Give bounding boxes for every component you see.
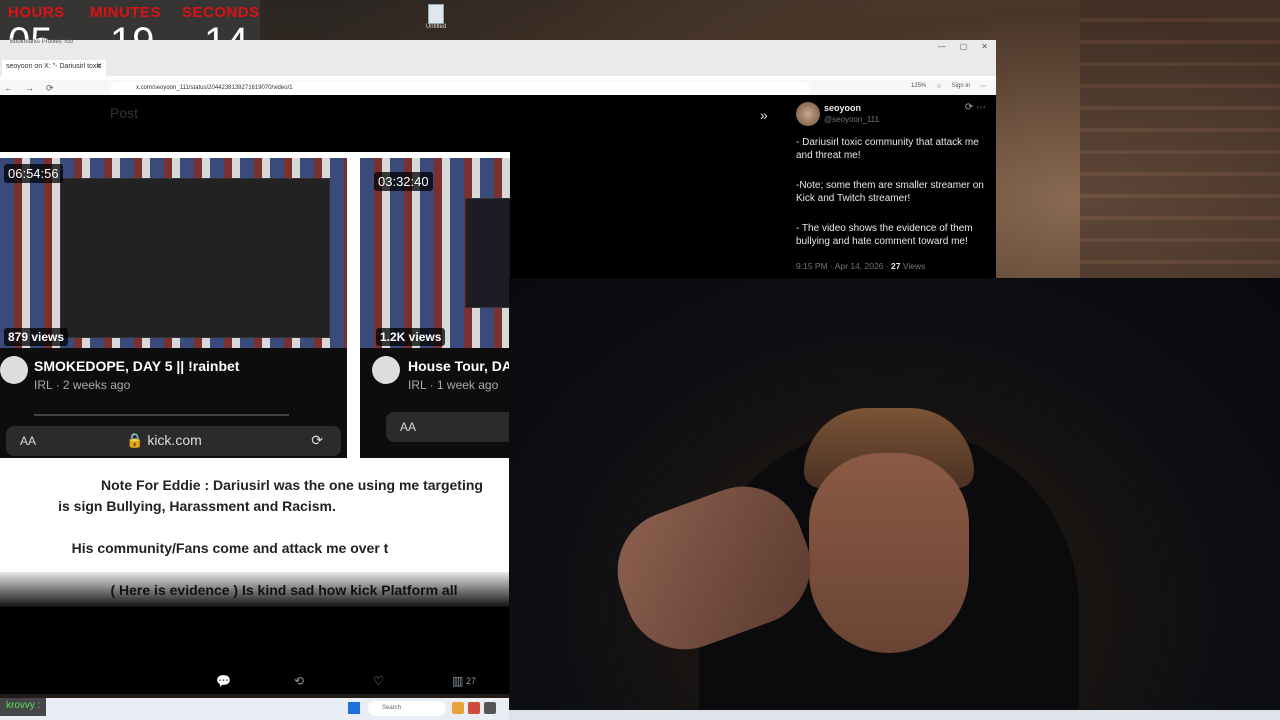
reply-icon[interactable]: 💬	[216, 674, 231, 688]
webcam-face	[809, 453, 969, 653]
webcam-feed	[509, 278, 1280, 720]
back-icon[interactable]: ←	[4, 83, 13, 94]
channel-avatar[interactable]	[372, 356, 400, 384]
video-subtitle: IRL · 2 weeks ago	[34, 378, 131, 392]
text-size-button: AA	[400, 420, 417, 434]
tab-strip: seoyoon on X: "- Dariusirl toxic ✕	[0, 58, 996, 76]
tweet-paragraph-3: - The video shows the evidence of them b…	[796, 223, 973, 247]
note-line-2: is sign Bullying, Harassment and Racism.	[58, 498, 336, 514]
note-line-4: ( Here is evidence ) Is kind sad how kic…	[110, 582, 458, 598]
signin-button[interactable]: Sign in	[952, 83, 970, 90]
zoom-level[interactable]: 125%	[911, 83, 926, 90]
file-explorer-icon[interactable]	[452, 702, 464, 714]
note-line-3: His community/Fans come and attack me ov…	[71, 540, 389, 556]
tweet-author-name[interactable]: seoyoon	[824, 103, 861, 113]
extensions-icon[interactable]: ⋯	[980, 83, 986, 90]
mobile-domain: 🔒 kick.com	[126, 432, 202, 448]
seconds-label: SECONDS	[182, 4, 260, 21]
url-input[interactable]: x.com/seoyoon_111/status/204423813927161…	[110, 82, 810, 96]
tweet-meta: 9:15 PM · Apr 14, 2026 · 27 Views	[796, 261, 925, 271]
avatar[interactable]	[796, 102, 820, 126]
mobile-url-bar: AA 🔒	[386, 412, 510, 442]
stream-overlay	[60, 178, 330, 338]
x-nav-post[interactable]: Post	[110, 105, 138, 121]
windows-start-icon[interactable]	[348, 702, 360, 714]
video-views: 1.2K views	[376, 328, 446, 346]
minutes-label: MINUTES	[90, 4, 161, 21]
taskbar-tray	[509, 710, 1280, 720]
note-line-1: Note For Eddie : Dariusirl was the one u…	[101, 477, 483, 493]
tweet-image[interactable]: 06:54:56 879 views SMOKEDOPE, DAY 5 || !…	[0, 152, 510, 607]
tweet-author-handle[interactable]: @seoyoon_111	[824, 115, 879, 124]
mobile-reload-icon: ⟳	[311, 432, 323, 448]
app-icon[interactable]	[468, 702, 480, 714]
desktop-file-icon[interactable]: Untitled	[425, 4, 447, 34]
task-view-icon[interactable]	[484, 702, 496, 714]
video-views: 879 views	[4, 328, 69, 346]
mobile-url-bar: AA 🔒 kick.com ⟳	[6, 426, 341, 456]
repost-icon[interactable]: ⟲	[294, 674, 304, 688]
post-actions: 💬 ⟲ ♡ ▥ 27	[0, 670, 510, 694]
chat-username: krovvy :	[0, 698, 47, 716]
scroll-indicator	[34, 414, 289, 416]
tweet-panel: seoyoon @seoyoon_111 ⟳ ⋯ - Dariusirl tox…	[786, 96, 996, 278]
desktop-icon-label: Untitled	[425, 24, 447, 30]
video-title[interactable]: House Tour, DAY	[408, 358, 510, 374]
views-icon[interactable]: ▥	[452, 674, 463, 688]
tweet-paragraph-1: - Dariusirl toxic community that attack …	[796, 137, 979, 161]
favorite-icon[interactable]: ☆	[936, 83, 941, 90]
browser-toolbar: 125% ☆ Sign in ⋯	[911, 83, 986, 90]
tweet-body: - Dariusirl toxic community that attack …	[796, 136, 991, 265]
grok-icon[interactable]: ⟳	[965, 102, 973, 113]
video-title[interactable]: SMOKEDOPE, DAY 5 || !rainbet	[34, 358, 239, 374]
tab-close-icon[interactable]: ✕	[96, 62, 102, 70]
nav-buttons: ← → ⟳	[4, 83, 54, 94]
video-subtitle: IRL · 1 week ago	[408, 378, 499, 392]
post-footer-bg	[0, 607, 510, 670]
menu-bar[interactable]: Bookmarks Profiles Too	[10, 39, 73, 45]
desktop: HOURS 05 MINUTES 19 SECONDS 14 Untitled …	[0, 0, 1280, 720]
text-size-button: AA	[20, 434, 37, 448]
tab-active[interactable]: seoyoon on X: "- Dariusirl toxic ✕	[2, 60, 106, 76]
tab-title: seoyoon on X: "- Dariusirl toxic	[6, 63, 102, 70]
more-icon[interactable]: ⋯	[976, 102, 986, 113]
reload-icon[interactable]: ⟳	[46, 83, 54, 94]
tab-bar: Bookmarks Profiles Too — ▢ ✕	[0, 39, 996, 58]
file-icon	[428, 4, 444, 24]
forward-icon[interactable]: →	[25, 83, 34, 94]
hours-label: HOURS	[8, 4, 65, 21]
video-duration: 06:54:56	[4, 164, 63, 183]
tweet-actions: ⟳ ⋯	[965, 102, 986, 113]
tweet-views-label: Views	[900, 261, 926, 271]
channel-avatar[interactable]	[0, 356, 28, 384]
video-duration: 03:32:40	[374, 172, 433, 191]
tweet-paragraph-2: -Note; some them are smaller streamer on…	[796, 180, 984, 204]
views-count: 27	[466, 676, 477, 686]
minimize-icon[interactable]: —	[938, 42, 946, 51]
video-card-1[interactable]: 06:54:56 879 views SMOKEDOPE, DAY 5 || !…	[0, 158, 347, 458]
expand-panel-icon[interactable]: »	[760, 107, 768, 123]
tweet-timestamp[interactable]: 9:15 PM · Apr 14, 2026 ·	[796, 261, 891, 271]
like-icon[interactable]: ♡	[373, 674, 384, 688]
taskbar-search[interactable]: Search	[368, 701, 446, 716]
maximize-icon[interactable]: ▢	[960, 42, 968, 51]
close-icon[interactable]: ✕	[981, 42, 988, 51]
taskbar: krovvy : Search	[0, 698, 509, 720]
window-controls: — ▢ ✕	[938, 42, 988, 51]
wallpaper-pagoda	[1080, 0, 1280, 280]
stream-overlay	[465, 198, 510, 308]
video-card-2[interactable]: 03:32:40 1.2K views House Tour, DAY IRL …	[360, 158, 510, 458]
